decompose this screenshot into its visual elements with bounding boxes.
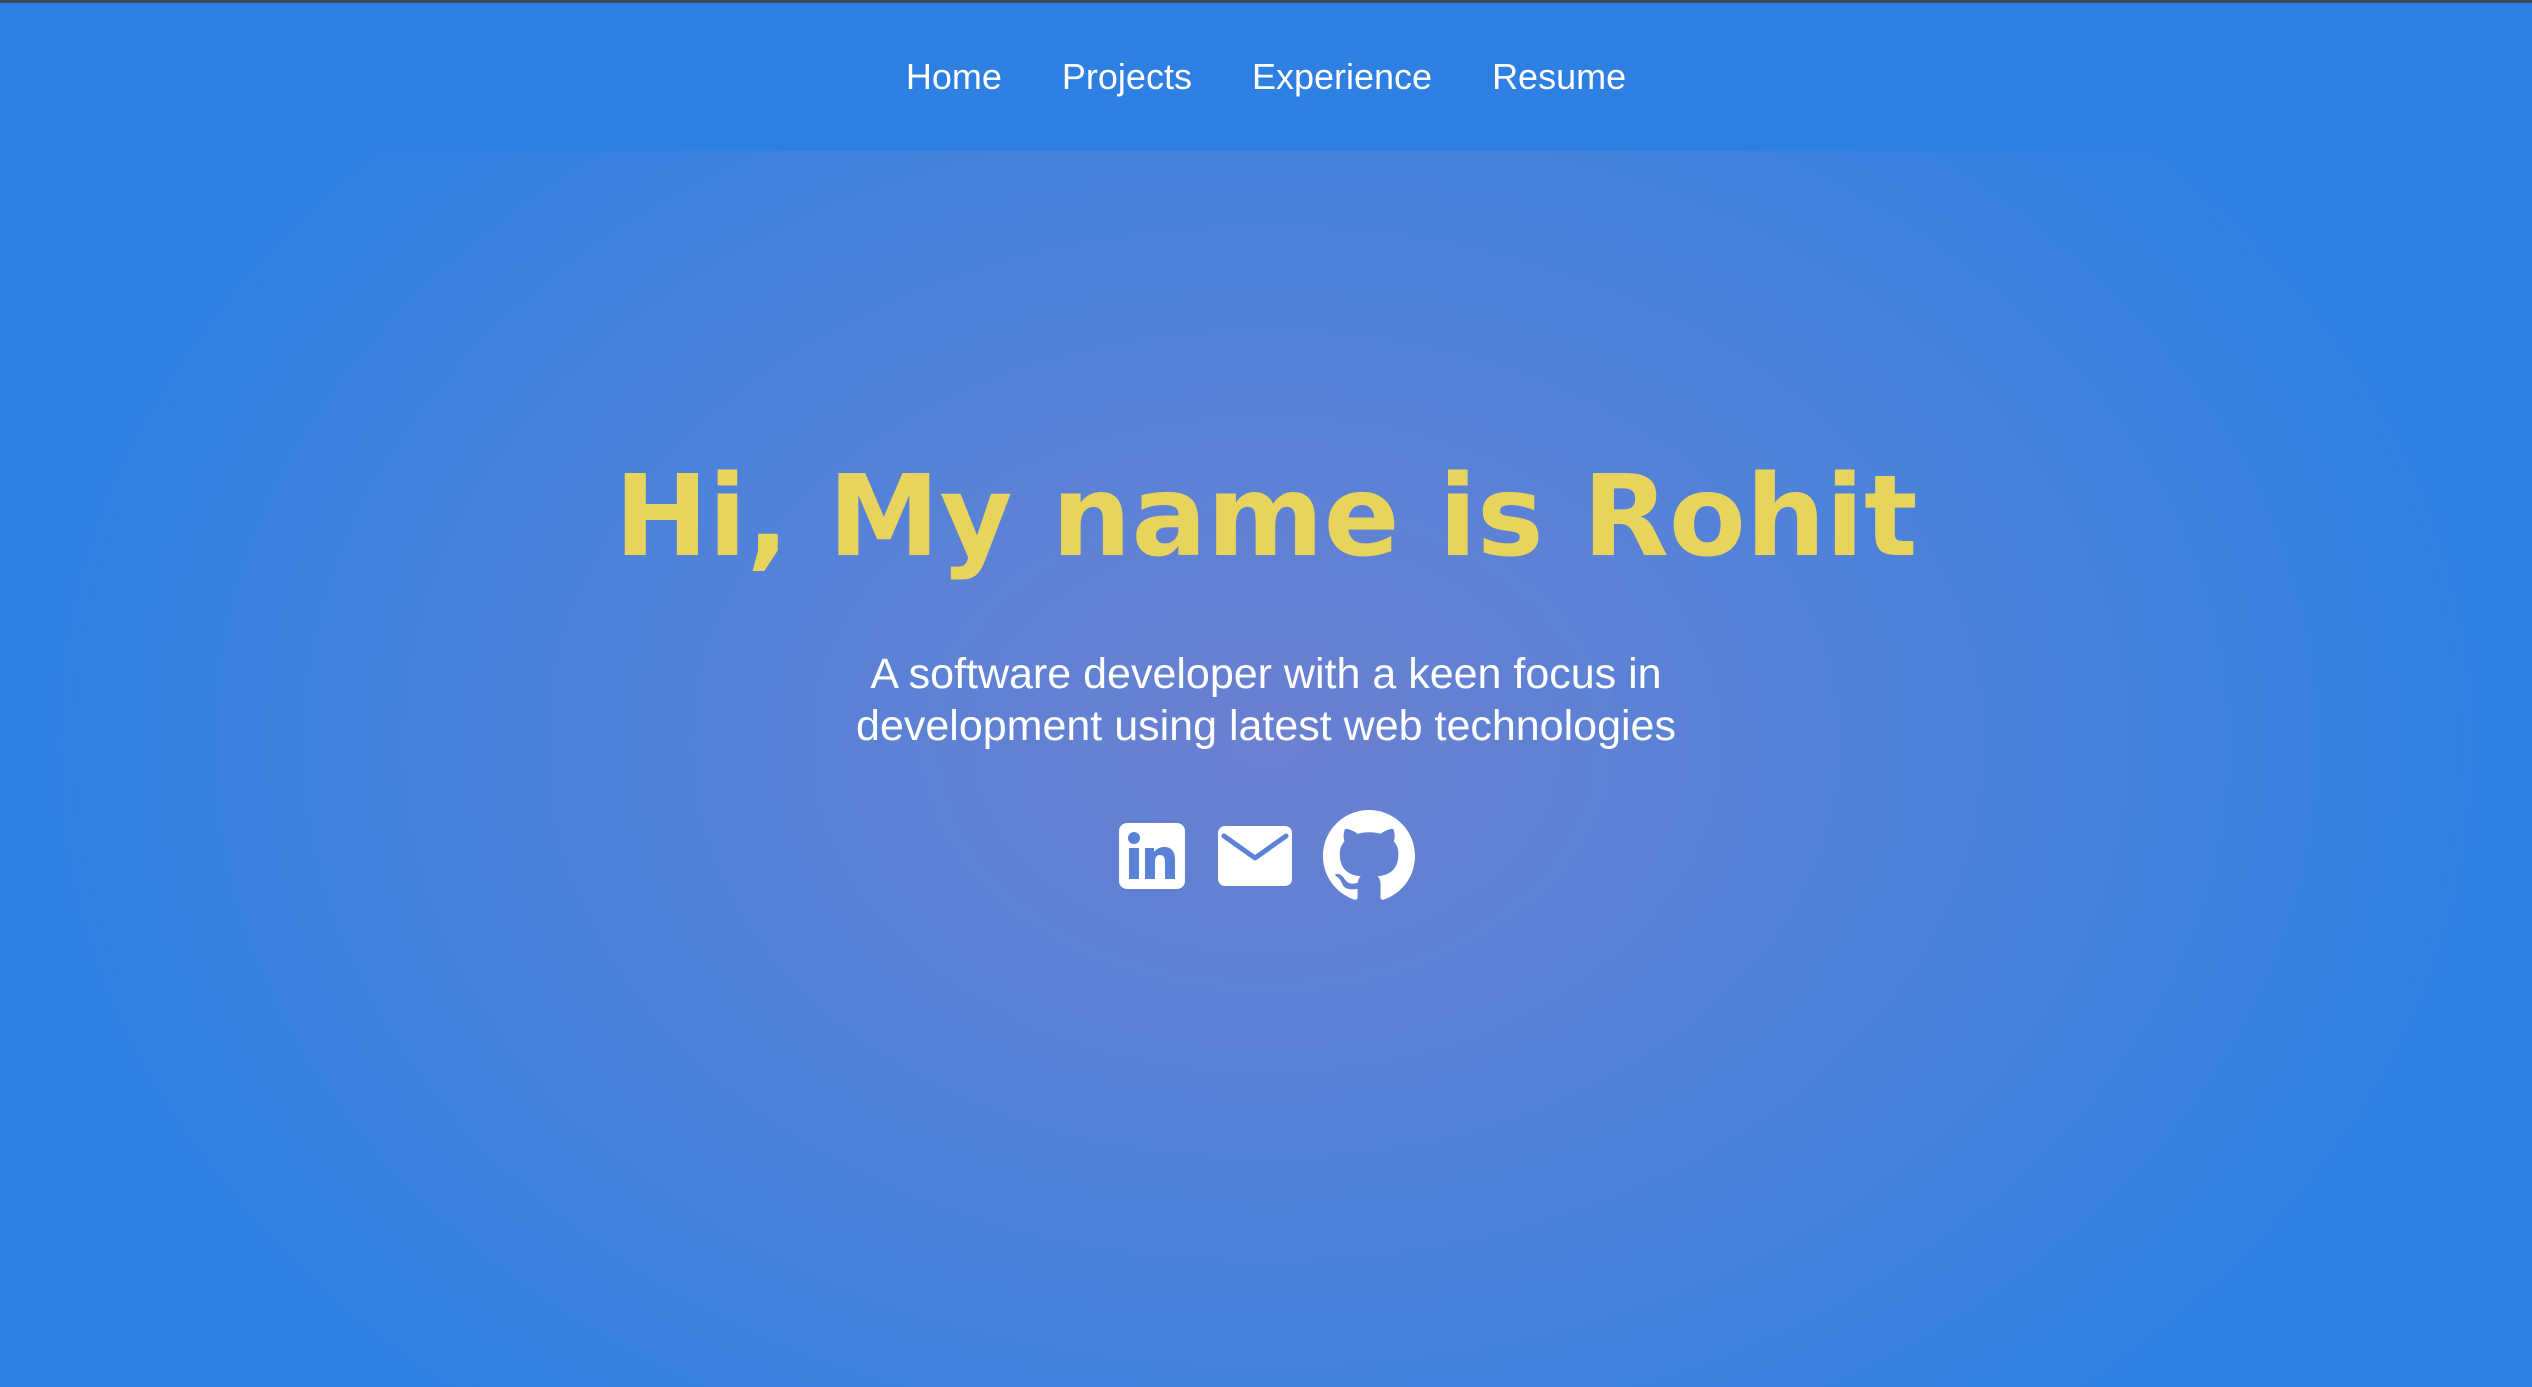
nav-link-experience[interactable]: Experience	[1252, 59, 1432, 95]
nav-link-resume[interactable]: Resume	[1492, 59, 1626, 95]
nav-link-projects[interactable]: Projects	[1062, 59, 1192, 95]
github-link[interactable]	[1323, 810, 1415, 902]
linkedin-icon	[1119, 823, 1185, 889]
hero-subtitle: A software developer with a keen focus i…	[856, 650, 1676, 750]
hero-section	[0, 151, 2532, 1387]
hero-title: Hi, My name is Rohit	[614, 452, 1918, 582]
mail-icon	[1218, 826, 1292, 886]
linkedin-link[interactable]	[1117, 821, 1187, 891]
social-links	[0, 810, 2532, 902]
github-icon	[1323, 810, 1415, 900]
top-navbar: Home Projects Experience Resume	[0, 3, 2532, 151]
email-link[interactable]	[1217, 825, 1293, 887]
nav-link-home[interactable]: Home	[906, 59, 1002, 95]
